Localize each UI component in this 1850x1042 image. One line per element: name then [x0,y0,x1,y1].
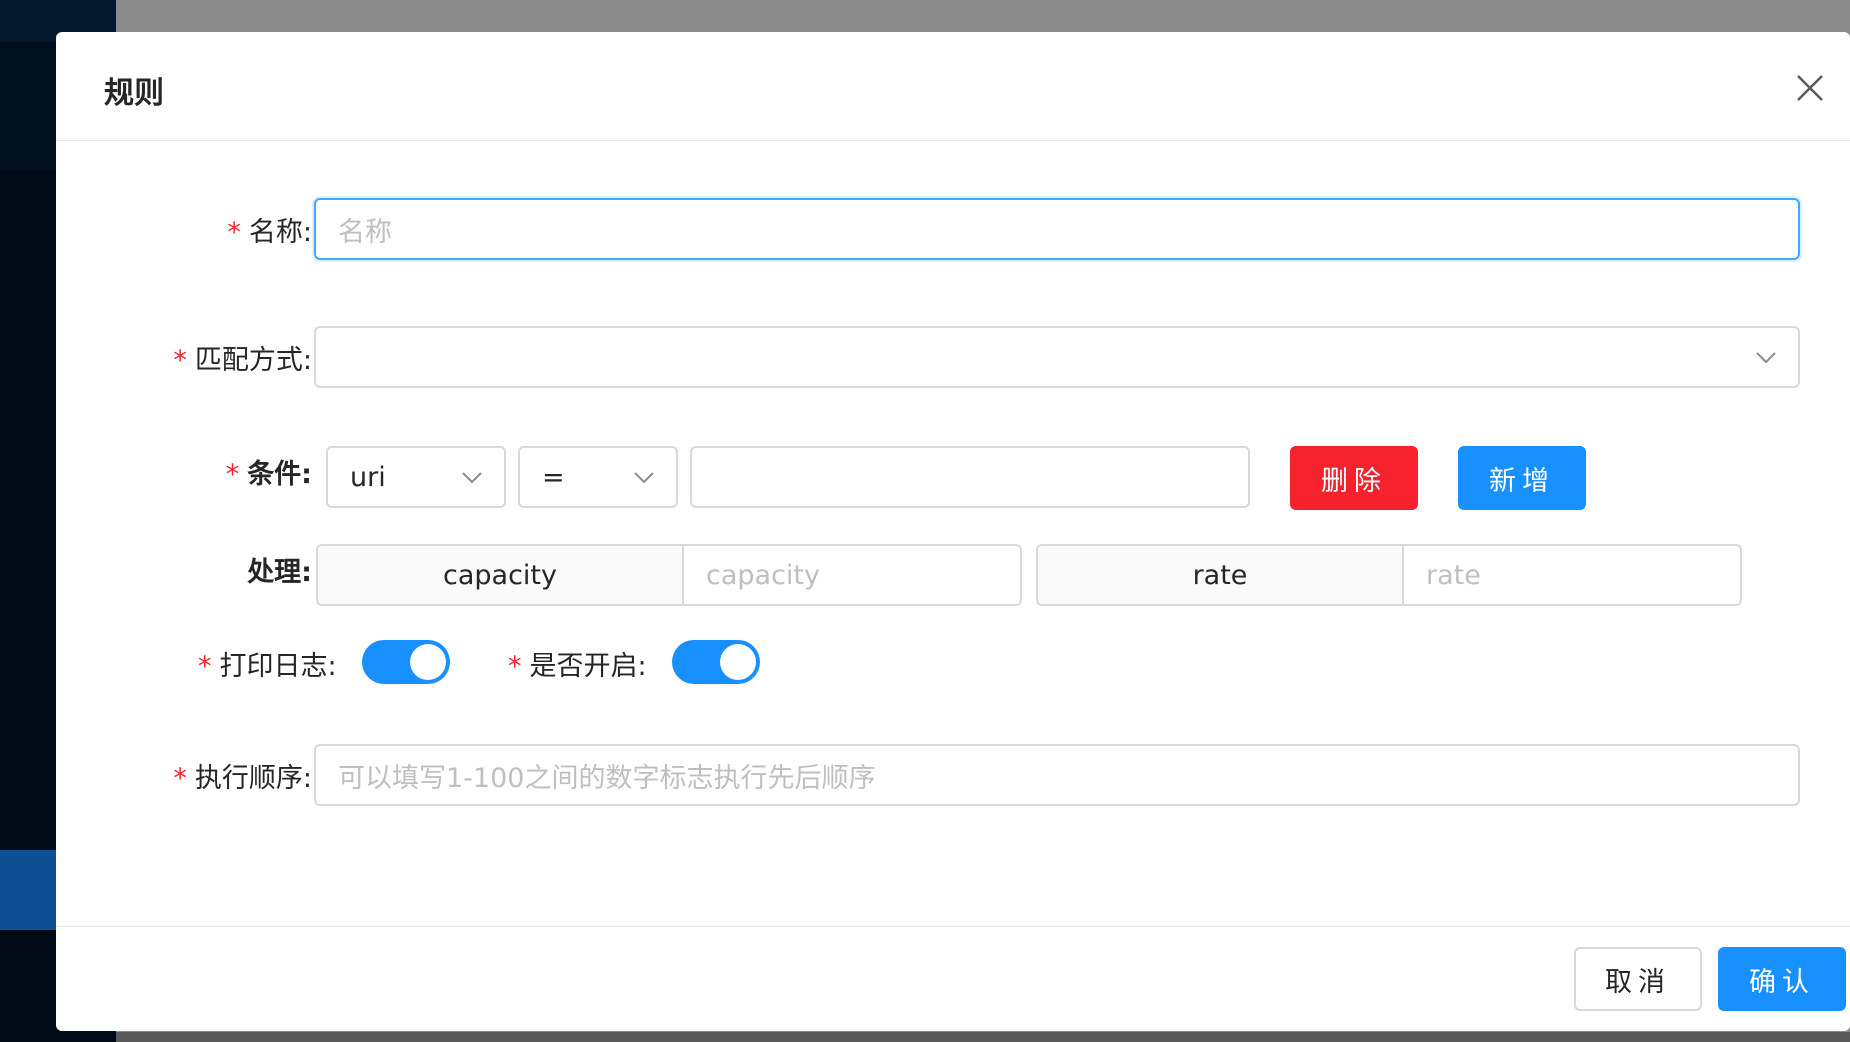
chevron-down-icon [462,472,482,484]
dialog-footer: 取消 确认 [56,926,1850,1031]
condition-label: * 条件: [225,459,312,490]
chevron-down-icon [1756,352,1776,364]
match-mode-select[interactable] [314,326,1800,388]
condition-operator-value: = [542,461,565,493]
rate-addon: rate [1038,546,1404,604]
condition-value-input[interactable] [690,446,1250,508]
log-label: * 打印日志: [198,651,337,682]
condition-param-select[interactable]: uri [326,446,506,508]
name-label: * 名称: [227,217,312,248]
handle-label: 处理: [247,557,312,588]
delete-condition-button[interactable]: 删除 [1290,446,1418,510]
close-icon[interactable] [1790,68,1830,108]
capacity-input-group: capacity capacity [316,544,1022,606]
capacity-input[interactable]: capacity [684,546,1020,604]
match-mode-label: * 匹配方式: [173,345,312,376]
order-label: * 执行顺序: [173,763,312,794]
capacity-addon: capacity [318,546,684,604]
rate-input[interactable]: rate [1404,546,1740,604]
dialog-header: 规则 [56,32,1850,141]
enabled-label: * 是否开启: [508,651,647,682]
rule-dialog: 规则 * 名称: 名称 * 匹配方式: * 条件: uri = 删除 新增 处理: c… [56,32,1850,1031]
name-input[interactable]: 名称 [314,198,1800,260]
enabled-switch[interactable] [672,640,760,684]
switch-knob [720,644,756,680]
condition-operator-select[interactable]: = [518,446,678,508]
order-input[interactable]: 可以填写1-100之间的数字标志执行先后顺序 [314,744,1800,806]
cancel-button[interactable]: 取消 [1574,947,1702,1011]
condition-param-value: uri [350,461,386,493]
dialog-title: 规则 [104,76,164,111]
log-switch[interactable] [362,640,450,684]
add-condition-button[interactable]: 新增 [1458,446,1586,510]
confirm-button[interactable]: 确认 [1718,947,1846,1011]
rate-input-group: rate rate [1036,544,1742,606]
background-strip [116,1032,1850,1042]
chevron-down-icon [634,472,654,484]
switch-knob [410,644,446,680]
